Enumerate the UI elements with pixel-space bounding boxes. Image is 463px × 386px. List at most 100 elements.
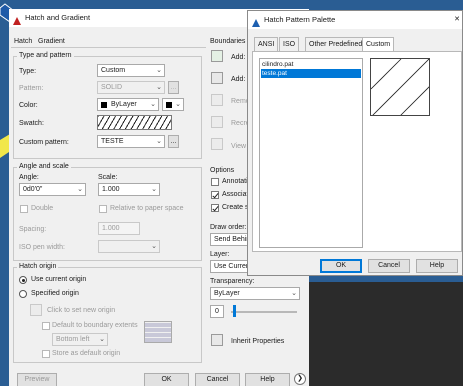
transparency-slider-track[interactable]: [231, 311, 297, 313]
hatch-origin-title: Hatch origin: [17, 263, 59, 271]
transparency-slider-thumb[interactable]: [233, 305, 236, 317]
draw-order-value: Send Behin: [214, 236, 251, 243]
iso-pen-combo[interactable]: ⌄: [98, 240, 160, 253]
specified-origin-radio[interactable]: [19, 290, 27, 298]
tab-gradient[interactable]: Gradient: [38, 37, 65, 46]
ok-button[interactable]: OK: [144, 373, 189, 386]
chevron-down-icon: ⌄: [151, 186, 157, 193]
default-boundary-checkbox[interactable]: [42, 322, 50, 330]
list-item-selected[interactable]: teste.pat: [261, 69, 361, 78]
transparency-combo[interactable]: ByLayer ⌄: [210, 287, 300, 300]
custom-pattern-combo[interactable]: TESTE ⌄: [97, 135, 165, 148]
add-select-objects-icon[interactable]: [211, 72, 223, 84]
color-swatch-icon: [101, 102, 107, 108]
add-select-label: Add:: [231, 76, 246, 83]
palette-title: Hatch Pattern Palette: [264, 15, 336, 24]
pattern-ellipsis-button[interactable]: ...: [168, 81, 179, 94]
palette-help-button[interactable]: Help: [416, 259, 458, 273]
bg-swatch-icon: [166, 102, 172, 108]
boundaries-title: Boundaries: [210, 38, 246, 45]
inherit-properties-label: Inherit Properties: [231, 338, 285, 345]
more-options-button[interactable]: ❯: [294, 373, 306, 385]
draw-order-label: Draw order:: [210, 224, 247, 231]
store-default-checkbox[interactable]: [42, 350, 50, 358]
associative-label: Associati: [222, 191, 251, 198]
angle-value: 0d0'0": [23, 186, 43, 193]
hatch-pattern-palette: Hatch Pattern Palette ✕ ANSI ISO Other P…: [247, 10, 463, 276]
angle-label: Angle:: [19, 174, 39, 181]
color-value: ByLayer: [111, 101, 137, 108]
pattern-value: SOLID: [101, 84, 123, 91]
origin-brick-icon: [144, 321, 172, 343]
annotative-checkbox[interactable]: [211, 178, 219, 186]
pattern-file-list[interactable]: cilindro.pat teste.pat: [259, 58, 363, 248]
type-pattern-title: Type and pattern: [17, 52, 74, 60]
chevron-down-icon: ⌄: [156, 67, 162, 74]
boundary-position-value: Bottom left: [56, 336, 90, 343]
list-item[interactable]: cilindro.pat: [262, 61, 293, 68]
main-title: Hatch and Gradient: [25, 13, 91, 22]
double-checkbox[interactable]: [20, 205, 28, 213]
angle-combo[interactable]: 0d0'0" ⌄: [19, 183, 86, 196]
layer-value: Use Curren: [214, 263, 250, 270]
autocad-logo-icon: [252, 16, 260, 27]
scale-value: 1.000: [102, 186, 120, 193]
remove-boundaries-icon[interactable]: [211, 94, 223, 106]
background-canvas: [309, 282, 463, 386]
options-title: Options: [210, 167, 235, 174]
default-boundary-label: Default to boundary extents: [52, 322, 138, 329]
associative-checkbox[interactable]: [211, 191, 219, 199]
type-value: Custom: [101, 67, 126, 74]
cancel-button[interactable]: Cancel: [195, 373, 240, 386]
pattern-preview: [370, 58, 430, 116]
spacing-input[interactable]: 1.000: [98, 222, 140, 235]
set-origin-icon[interactable]: [30, 304, 42, 316]
chevron-down-icon: ⌄: [291, 290, 297, 297]
view-selections-icon[interactable]: [211, 138, 223, 150]
tab-divider: [11, 47, 206, 48]
tab-ansi[interactable]: ANSI: [254, 37, 279, 51]
chevron-down-icon: ⌄: [151, 243, 157, 250]
recreate-boundary-icon[interactable]: [211, 116, 223, 128]
tab-custom[interactable]: Custom: [362, 37, 395, 52]
boundary-position-combo[interactable]: Bottom left ⌄: [52, 333, 108, 346]
palette-cancel-button[interactable]: Cancel: [368, 259, 410, 273]
color-label: Color:: [19, 102, 38, 109]
type-combo[interactable]: Custom ⌄: [97, 64, 165, 77]
swatch-preview[interactable]: [97, 115, 172, 130]
use-current-origin-label: Use current origin: [31, 276, 87, 283]
relative-paper-label: Relative to paper space: [110, 205, 184, 212]
color-combo[interactable]: ByLayer ⌄: [97, 98, 159, 111]
pattern-label: Pattern:: [19, 85, 44, 92]
chevron-down-icon: ⌄: [77, 186, 83, 193]
tab-hatch[interactable]: Hatch: [14, 37, 32, 46]
iso-pen-label: ISO pen width:: [19, 244, 65, 251]
transparency-value-input[interactable]: 0: [210, 305, 224, 318]
bg-color-combo[interactable]: ⌄: [162, 98, 184, 111]
chevron-down-icon: ⌄: [175, 101, 181, 108]
preview-button[interactable]: Preview: [17, 373, 57, 386]
layer-label: Layer:: [210, 251, 230, 258]
add-pick-points-icon[interactable]: [211, 50, 223, 62]
chevron-down-icon: ⌄: [156, 138, 162, 145]
palette-titlebar: Hatch Pattern Palette ✕: [248, 11, 462, 29]
transparency-label: Transparency:: [210, 278, 255, 285]
pattern-combo[interactable]: SOLID ⌄: [97, 81, 165, 94]
use-current-origin-radio[interactable]: [19, 276, 27, 284]
tab-other-predefined[interactable]: Other Predefined: [305, 37, 367, 51]
close-icon[interactable]: ✕: [454, 11, 460, 29]
hatch-lines-icon: [371, 59, 429, 115]
inherit-properties-icon[interactable]: [211, 334, 223, 346]
palette-ok-button[interactable]: OK: [320, 259, 362, 273]
custom-ellipsis-button[interactable]: ...: [168, 135, 179, 148]
chevron-down-icon: ⌄: [99, 336, 105, 343]
help-button[interactable]: Help: [245, 373, 290, 386]
double-label: Double: [31, 205, 54, 212]
tab-iso[interactable]: ISO: [279, 37, 300, 51]
transparency-value: ByLayer: [214, 290, 240, 297]
scale-combo[interactable]: 1.000 ⌄: [98, 183, 160, 196]
chevron-right-icon: ❯: [297, 375, 303, 382]
create-separate-checkbox[interactable]: [211, 204, 219, 212]
relative-paper-checkbox[interactable]: [99, 205, 107, 213]
palette-tab-panel: cilindro.pat teste.pat: [252, 51, 462, 252]
